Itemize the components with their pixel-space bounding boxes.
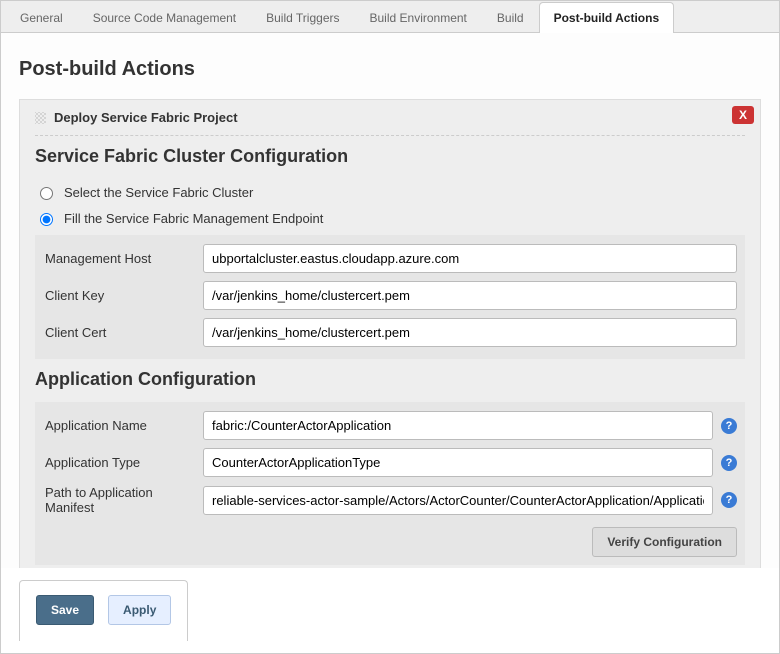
config-tabs: General Source Code Management Build Tri… [1,1,779,33]
app-config-title: Application Configuration [35,369,745,390]
help-icon[interactable]: ? [721,455,737,471]
apply-button[interactable]: Apply [108,595,171,625]
radio-fill-endpoint-label: Fill the Service Fabric Management Endpo… [64,211,323,226]
radio-select-cluster[interactable] [40,187,53,200]
app-fields: Application Name ? Application Type ? Pa… [35,402,745,565]
save-button[interactable]: Save [36,595,94,625]
app-name-input[interactable] [203,411,713,440]
page-title: Post-build Actions [19,58,761,81]
manifest-path-label: Path to Application Manifest [43,485,203,515]
help-icon[interactable]: ? [721,418,737,434]
radio-select-cluster-label: Select the Service Fabric Cluster [64,185,253,200]
client-cert-input[interactable] [203,318,737,347]
client-key-input[interactable] [203,281,737,310]
client-key-label: Client Key [43,288,203,303]
tab-build-env[interactable]: Build Environment [355,2,482,33]
app-name-label: Application Name [43,418,203,433]
tab-post-build-actions[interactable]: Post-build Actions [539,2,675,33]
verify-config-button[interactable]: Verify Configuration [592,527,737,557]
tab-scm[interactable]: Source Code Management [78,2,251,33]
cluster-config-title: Service Fabric Cluster Configuration [35,146,745,167]
endpoint-fields: Management Host Client Key Client Cert [35,235,745,359]
mgmt-host-input[interactable] [203,244,737,273]
radio-fill-endpoint[interactable] [40,213,53,226]
app-type-label: Application Type [43,455,203,470]
manifest-path-input[interactable] [203,486,713,515]
tab-general[interactable]: General [5,2,78,33]
deploy-sf-panel: X Deploy Service Fabric Project Service … [19,99,761,581]
tab-build-triggers[interactable]: Build Triggers [251,2,354,33]
client-cert-label: Client Cert [43,325,203,340]
tab-build[interactable]: Build [482,2,539,33]
panel-title: Deploy Service Fabric Project [54,110,238,125]
mgmt-host-label: Management Host [43,251,203,266]
app-type-input[interactable] [203,448,713,477]
drag-handle-icon[interactable] [35,112,46,124]
close-icon[interactable]: X [732,106,754,124]
help-icon[interactable]: ? [721,492,737,508]
